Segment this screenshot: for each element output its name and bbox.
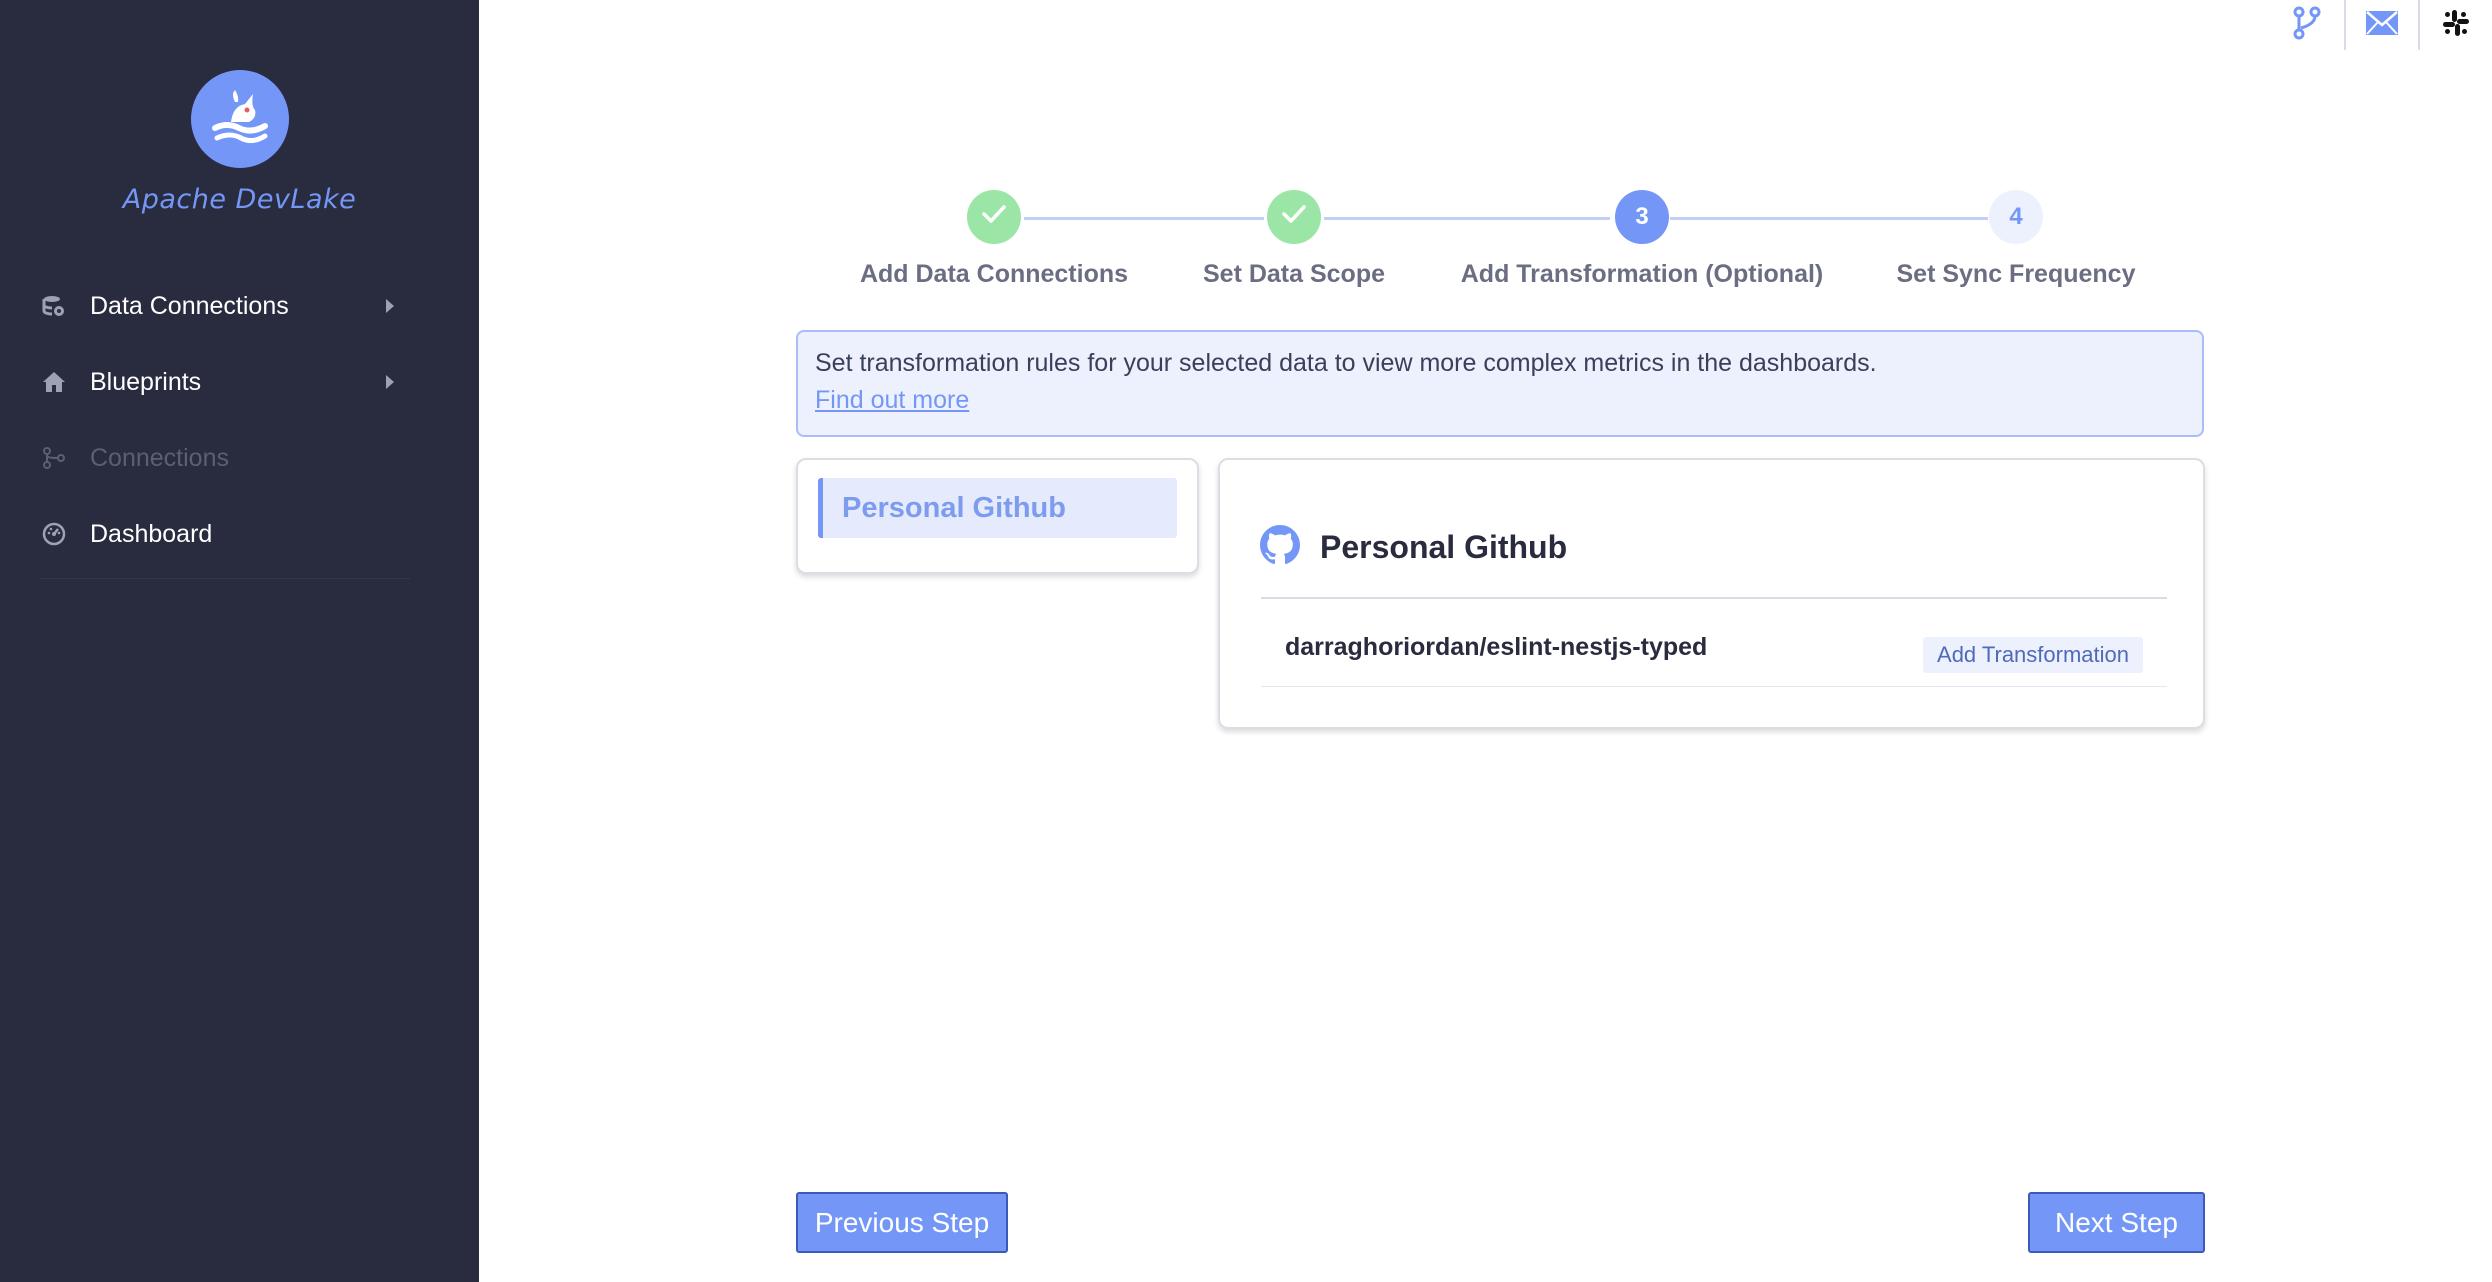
previous-step-button[interactable]: Previous Step xyxy=(796,1192,1008,1253)
slack-icon xyxy=(2441,8,2471,43)
step-3-label: Add Transformation (Optional) xyxy=(1460,260,1824,288)
callout-text: Set transformation rules for your select… xyxy=(815,349,1877,377)
step-4-label: Set Sync Frequency xyxy=(1896,260,2136,288)
git-branch-icon xyxy=(2292,6,2322,45)
next-step-button[interactable]: Next Step xyxy=(2028,1192,2205,1253)
step-connector xyxy=(1024,217,1264,220)
detail-title: Personal Github xyxy=(1320,529,1568,565)
table-row: darraghoriordan/eslint-nestjs-typed Add … xyxy=(1261,599,2167,687)
sidebar-item-label: Dashboard xyxy=(90,519,213,548)
caret-right-icon xyxy=(386,375,394,389)
sidebar-nav: Data Connections Blueprints Connections … xyxy=(0,268,479,572)
top-right-toolbar xyxy=(2270,0,2492,50)
step-3-indicator: 3 xyxy=(1615,190,1669,244)
sidebar-item-blueprints[interactable]: Blueprints xyxy=(0,344,479,420)
sidebar-item-connections: Connections xyxy=(0,420,479,496)
add-transformation-button[interactable]: Add Transformation xyxy=(1923,637,2143,673)
step-1-indicator xyxy=(967,190,1021,244)
caret-right-icon xyxy=(386,299,394,313)
sidebar-item-label: Blueprints xyxy=(90,367,202,396)
step-4-indicator: 4 xyxy=(1989,190,2043,244)
sidebar-item-label: Connections xyxy=(90,443,229,472)
step-connector xyxy=(1670,217,1988,220)
connection-list-item[interactable]: Personal Github xyxy=(818,478,1177,538)
mail-icon xyxy=(2365,10,2399,41)
step-2-label: Set Data Scope xyxy=(1202,260,1386,288)
dashboard-icon xyxy=(40,520,68,548)
git-branch-icon xyxy=(40,444,68,472)
check-icon xyxy=(981,203,1007,232)
home-icon xyxy=(40,368,68,396)
connection-detail-card: Personal Github darraghoriordan/eslint-n… xyxy=(1218,458,2205,729)
devlake-logo-icon xyxy=(190,70,289,168)
slack-button[interactable] xyxy=(2418,0,2492,50)
step-2-indicator xyxy=(1267,190,1321,244)
detail-header: Personal Github xyxy=(1260,525,1567,570)
wizard-stepper: 3 4 Add Data Connections Set Data Scope … xyxy=(0,190,2492,300)
sidebar-divider xyxy=(40,578,410,579)
connection-list-panel: Personal Github xyxy=(796,458,1199,574)
sidebar-item-dashboard[interactable]: Dashboard xyxy=(0,496,479,572)
mail-button[interactable] xyxy=(2344,0,2418,50)
github-link-button[interactable] xyxy=(2270,0,2344,50)
check-icon xyxy=(1281,203,1307,232)
github-icon xyxy=(1260,525,1300,570)
step-connector xyxy=(1324,217,1610,220)
find-out-more-link[interactable]: Find out more xyxy=(815,386,969,415)
step-1-label: Add Data Connections xyxy=(859,260,1129,288)
repo-name: darraghoriordan/eslint-nestjs-typed xyxy=(1285,633,1708,661)
info-callout: Set transformation rules for your select… xyxy=(796,330,2204,437)
